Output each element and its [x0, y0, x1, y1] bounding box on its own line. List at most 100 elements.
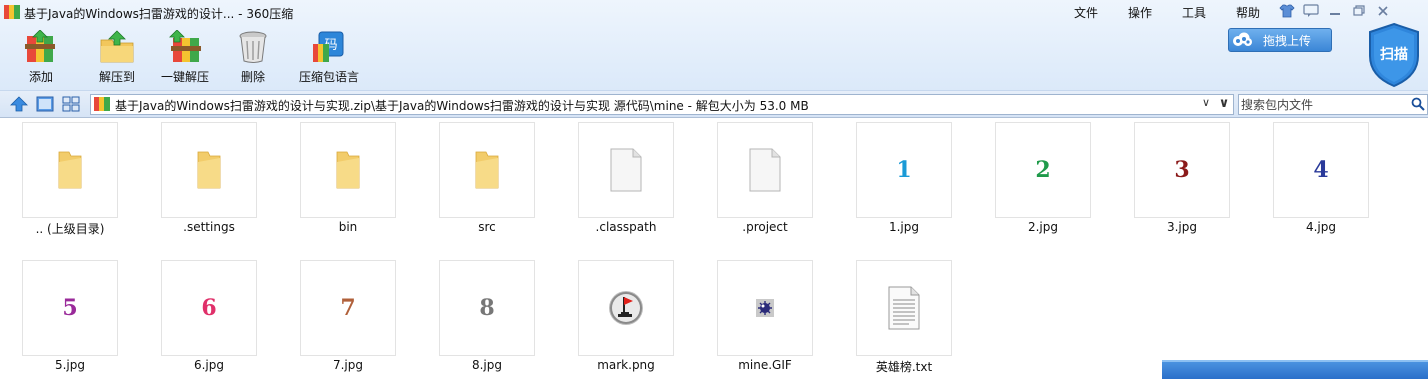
digit-4-image: 4	[1313, 157, 1329, 183]
file-item[interactable]: 英雄榜.txt	[834, 256, 958, 379]
image-thumb: 5	[22, 260, 118, 356]
image-thumb: 6	[161, 260, 257, 356]
folder-thumb	[300, 122, 396, 218]
file-item[interactable]: .classpath	[556, 118, 680, 248]
file-name: 6.jpg	[193, 358, 225, 372]
extract-to-label: 解压到	[98, 70, 135, 84]
minimize-icon[interactable]	[1326, 3, 1344, 19]
mine-icon	[756, 299, 774, 317]
menu-operate[interactable]: 操作	[1122, 4, 1158, 21]
image-thumb: 1	[856, 122, 952, 218]
file-thumb	[717, 122, 813, 218]
file-name: bin	[338, 220, 358, 234]
header: 基于Java的Windows扫雷游戏的设计... - 360压缩 文件 操作 工…	[0, 0, 1428, 90]
archive-language-button[interactable]: 码 压缩包语言	[291, 28, 367, 88]
app-window: 基于Java的Windows扫雷游戏的设计... - 360压缩 文件 操作 工…	[0, 0, 1428, 379]
drag-upload-button[interactable]: 拖拽上传	[1228, 28, 1332, 52]
digit-1-image: 1	[896, 157, 912, 183]
image-thumb: 7	[300, 260, 396, 356]
archive-app-icon	[4, 5, 20, 19]
skin-shirt-icon[interactable]	[1278, 3, 1296, 19]
file-item[interactable]: 8 8.jpg	[417, 256, 541, 379]
extract-to-icon	[97, 28, 137, 66]
file-name: 4.jpg	[1305, 220, 1337, 234]
trash-icon	[233, 28, 273, 66]
menu-tools[interactable]: 工具	[1176, 4, 1212, 21]
flag-mark-icon	[609, 291, 643, 325]
image-thumb: 4	[1273, 122, 1369, 218]
address-path: 基于Java的Windows扫雷游戏的设计与实现.zip\基于Java的Wind…	[115, 99, 809, 113]
up-arrow-icon[interactable]	[10, 96, 28, 112]
file-name: 8.jpg	[471, 358, 503, 372]
file-name: mine.GIF	[738, 358, 792, 372]
toolbar: 添加 解压到 一键解压 删除 码 压缩包语言	[0, 28, 367, 88]
file-grid: .. (上级目录) .settings bin src .classpath .…	[0, 118, 1428, 379]
folder-thumb	[439, 122, 535, 218]
window-title: 基于Java的Windows扫雷游戏的设计... - 360压缩	[24, 7, 294, 21]
feedback-icon[interactable]	[1302, 3, 1320, 19]
archive-language-icon: 码	[309, 28, 349, 66]
cloud-icon	[1229, 29, 1255, 51]
file-item[interactable]: 5 5.jpg	[0, 256, 124, 379]
image-thumb	[717, 260, 813, 356]
digit-2-image: 2	[1035, 157, 1051, 183]
file-item[interactable]: 1 1.jpg	[834, 118, 958, 248]
search-icon[interactable]	[1411, 97, 1425, 111]
menu-bar: 文件 操作 工具 帮助	[1068, 4, 1266, 21]
dropdown-icon[interactable]: ∨	[1199, 96, 1213, 112]
close-icon[interactable]	[1374, 3, 1392, 19]
file-item[interactable]: 2 2.jpg	[973, 118, 1097, 248]
delete-button[interactable]: 删除	[217, 28, 289, 88]
menu-file[interactable]: 文件	[1068, 4, 1104, 21]
file-name: .settings	[183, 220, 235, 234]
image-thumb	[578, 260, 674, 356]
file-item[interactable]: bin	[278, 118, 402, 248]
menu-help[interactable]: 帮助	[1230, 4, 1266, 21]
file-item[interactable]: mark.png	[556, 256, 680, 379]
folder-thumb	[161, 122, 257, 218]
title-bar: 基于Java的Windows扫雷游戏的设计... - 360压缩 文件 操作 工…	[0, 0, 1428, 24]
file-item[interactable]: 3 3.jpg	[1112, 118, 1236, 248]
search-box[interactable]	[1238, 94, 1428, 115]
image-thumb: 8	[439, 260, 535, 356]
window-controls	[1278, 3, 1392, 19]
extract-to-button[interactable]: 解压到	[81, 28, 153, 88]
add-button[interactable]: 添加	[5, 28, 77, 88]
search-input[interactable]	[1241, 96, 1411, 113]
text-document-icon	[888, 286, 920, 330]
file-name: .classpath	[595, 220, 657, 234]
file-item[interactable]: .project	[695, 118, 819, 248]
file-item[interactable]: 7 7.jpg	[278, 256, 402, 379]
add-archive-icon	[21, 28, 61, 66]
file-item[interactable]: 6 6.jpg	[139, 256, 263, 379]
one-click-extract-icon	[165, 28, 205, 66]
file-name: 1.jpg	[888, 220, 920, 234]
list-view-icon[interactable]	[62, 96, 80, 112]
delete-label: 删除	[240, 70, 265, 84]
restore-icon[interactable]	[1350, 3, 1368, 19]
file-name: 7.jpg	[332, 358, 364, 372]
archive-language-label: 压缩包语言	[298, 70, 359, 84]
file-item[interactable]: 4 4.jpg	[1251, 118, 1375, 248]
large-icon-view-icon[interactable]	[36, 96, 54, 112]
file-name: 英雄榜.txt	[875, 360, 933, 374]
folder-thumb	[22, 122, 118, 218]
notification-bar	[1162, 360, 1428, 379]
drop-icon[interactable]: ∨	[1217, 96, 1231, 112]
file-name: .. (上级目录)	[35, 222, 105, 236]
file-name: src	[478, 220, 496, 234]
folder-icon	[58, 151, 82, 189]
image-thumb: 2	[995, 122, 1091, 218]
file-item[interactable]: .settings	[139, 118, 263, 248]
file-item[interactable]: .. (上级目录)	[0, 118, 124, 248]
file-thumb	[856, 260, 952, 356]
scan-button[interactable]: 扫描	[1366, 22, 1422, 88]
file-name: .project	[742, 220, 788, 234]
address-bar[interactable]: 基于Java的Windows扫雷游戏的设计与实现.zip\基于Java的Wind…	[90, 94, 1234, 115]
digit-6-image: 6	[201, 295, 217, 321]
one-click-extract-button[interactable]: 一键解压	[149, 28, 221, 88]
file-item[interactable]: src	[417, 118, 541, 248]
file-name: 5.jpg	[54, 358, 86, 372]
file-item[interactable]: mine.GIF	[695, 256, 819, 379]
digit-8-image: 8	[479, 295, 495, 321]
